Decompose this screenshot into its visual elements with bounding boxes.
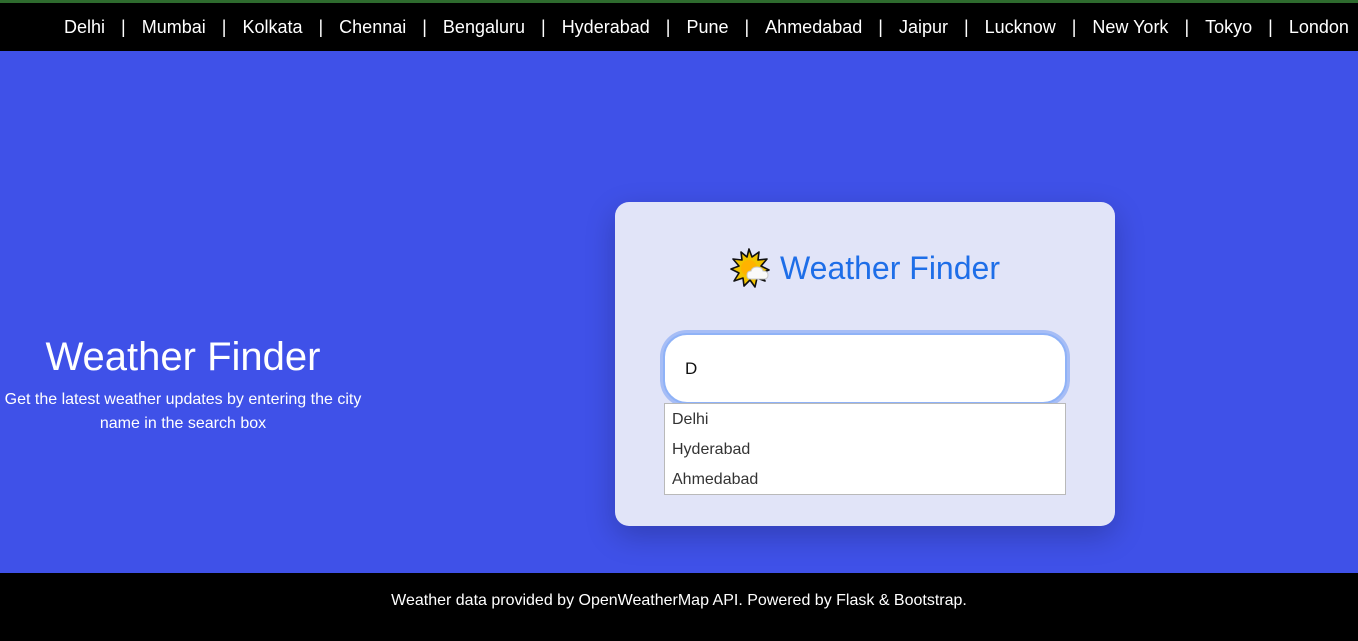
city-link-hyderabad[interactable]: Hyderabad	[562, 17, 650, 38]
footer-text: Weather data provided by OpenWeatherMap …	[391, 592, 967, 609]
nav-separator: |	[121, 17, 126, 37]
city-link-lucknow[interactable]: Lucknow	[985, 17, 1056, 38]
city-link-new-york[interactable]: New York	[1092, 17, 1168, 38]
suggestion-hyderabad[interactable]: Hyderabad	[665, 435, 1065, 465]
nav-separator: |	[1184, 17, 1190, 37]
city-link-jaipur[interactable]: Jaipur	[899, 17, 948, 38]
nav-separator: |	[744, 17, 750, 37]
city-link-bengaluru[interactable]: Bengaluru	[443, 17, 525, 38]
nav-separator: |	[1268, 17, 1273, 37]
suggestion-delhi[interactable]: Delhi	[665, 405, 1065, 435]
autocomplete-dropdown: Delhi Hyderabad Ahmedabad	[664, 403, 1066, 495]
city-link-london[interactable]: London	[1289, 17, 1349, 38]
nav-separator: |	[665, 17, 671, 37]
footer: Weather data provided by OpenWeatherMap …	[0, 573, 1358, 641]
city-nav-bar: Delhi | Mumbai | Kolkata | Chennai | Bengalu…	[0, 0, 1358, 51]
nav-separator: |	[1071, 17, 1077, 37]
city-link-chennai[interactable]: Chennai	[339, 17, 406, 38]
city-link-ahmedabad[interactable]: Ahmedabad	[765, 17, 862, 38]
city-search-input[interactable]	[663, 333, 1067, 404]
sun-cloud-icon	[730, 248, 770, 288]
hero-subtitle: Get the latest weather updates by enteri…	[4, 391, 362, 432]
suggestion-ahmedabad[interactable]: Ahmedabad	[665, 465, 1065, 495]
city-links: Delhi | Mumbai | Kolkata | Chennai | Bengalu…	[64, 17, 1358, 38]
card-header: Weather Finder	[615, 248, 1115, 288]
card-title: Weather Finder	[780, 249, 1000, 286]
nav-separator: |	[878, 17, 883, 37]
hero-title: Weather Finder	[45, 335, 321, 379]
nav-separator: |	[963, 17, 969, 37]
city-link-tokyo[interactable]: Tokyo	[1205, 17, 1252, 38]
hero-section: Weather Finder Get the latest weather up…	[0, 334, 366, 436]
city-link-kolkata[interactable]: Kolkata	[242, 17, 302, 38]
city-link-mumbai[interactable]: Mumbai	[142, 17, 206, 38]
city-link-pune[interactable]: Pune	[686, 17, 728, 38]
city-link-delhi[interactable]: Delhi	[64, 17, 105, 38]
search-card: Weather Finder Delhi Hyderabad Ahmedabad	[615, 202, 1115, 526]
nav-separator: |	[422, 17, 427, 37]
nav-separator: |	[541, 17, 546, 37]
nav-separator: |	[221, 17, 227, 37]
nav-separator: |	[318, 17, 324, 37]
